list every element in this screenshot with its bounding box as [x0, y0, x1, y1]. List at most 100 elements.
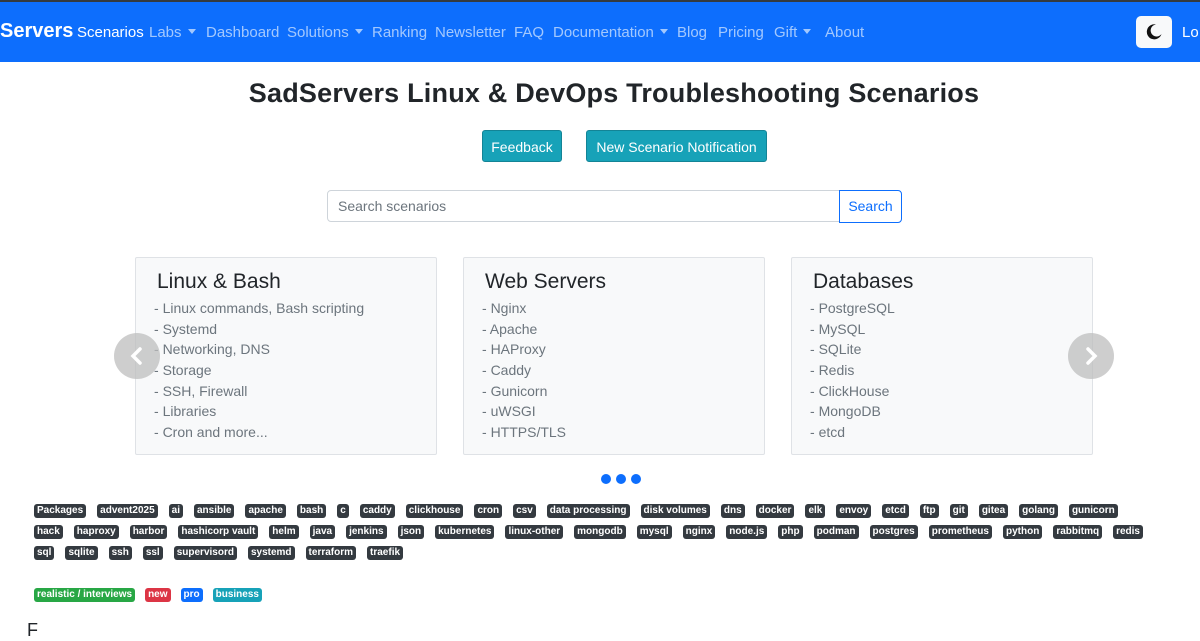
tag-badge[interactable]: python: [1002, 525, 1043, 539]
tag-badge[interactable]: ssl: [142, 546, 163, 560]
nav-item-solutions[interactable]: Solutions: [287, 24, 363, 41]
tag-badge[interactable]: data processing: [546, 504, 630, 518]
tag-badge[interactable]: ssh: [108, 546, 132, 560]
caret-down-icon: [659, 29, 668, 34]
login-link[interactable]: Lo: [1182, 24, 1199, 41]
nav-item-dashboard[interactable]: Dashboard: [206, 24, 279, 41]
nav-item-label: About: [825, 24, 865, 41]
tag-badge[interactable]: json: [397, 525, 425, 539]
nav-item-gift[interactable]: Gift: [774, 24, 812, 41]
category-badge-pro[interactable]: pro: [180, 588, 203, 602]
tag-badge[interactable]: java: [309, 525, 336, 539]
category-badge-business[interactable]: business: [212, 588, 262, 602]
theme-toggle-button[interactable]: [1136, 16, 1172, 48]
tag-badge[interactable]: bash: [296, 504, 327, 518]
tag-badge[interactable]: caddy: [359, 504, 395, 518]
tag-badge[interactable]: sqlite: [65, 546, 98, 560]
nav-item-labs[interactable]: Labs: [149, 24, 196, 41]
tag-badge[interactable]: rabbitmq: [1053, 525, 1103, 539]
chevron-left-icon: [130, 347, 142, 365]
card-topic-list: PostgreSQLMySQLSQLiteRedisClickHouseMong…: [810, 298, 895, 443]
tag-badge[interactable]: jenkins: [346, 525, 387, 539]
tag-badge[interactable]: harbor: [129, 525, 168, 539]
nav-item-newsletter[interactable]: Newsletter: [435, 24, 506, 41]
feedback-button[interactable]: Feedback: [482, 130, 562, 162]
tag-badge[interactable]: node.js: [726, 525, 768, 539]
tag-badge[interactable]: postgres: [869, 525, 918, 539]
tag-badge[interactable]: envoy: [836, 504, 872, 518]
tag-badge[interactable]: dns: [720, 504, 745, 518]
category-card-web-servers[interactable]: Web Servers NginxApacheHAProxyCaddyGunico…: [463, 257, 765, 455]
tag-badge[interactable]: prometheus: [928, 525, 992, 539]
tag-badge[interactable]: golang: [1019, 504, 1058, 518]
tag-badge[interactable]: ftp: [919, 504, 939, 518]
nav-item-blog[interactable]: Blog: [677, 24, 707, 41]
card-topic-item: Apache: [482, 319, 566, 340]
tag-badge[interactable]: etcd: [882, 504, 909, 518]
tag-badge[interactable]: helm: [269, 525, 299, 539]
tag-badge[interactable]: c: [337, 504, 349, 518]
nav-item-ranking[interactable]: Ranking: [372, 24, 427, 41]
page-title: SadServers Linux & DevOps Troubleshootin…: [248, 78, 980, 108]
nav-item-scenarios[interactable]: Scenarios: [77, 24, 144, 41]
tag-badge[interactable]: advent2025: [97, 504, 158, 518]
caret-down-icon: [187, 29, 196, 34]
tag-badge[interactable]: cron: [474, 504, 503, 518]
carousel-indicator-2[interactable]: [616, 474, 626, 484]
carousel-next-button[interactable]: [1068, 333, 1114, 379]
brand-logo[interactable]: Servers: [0, 20, 73, 43]
tag-badge[interactable]: php: [778, 525, 803, 539]
tag-badge[interactable]: supervisord: [173, 546, 237, 560]
nav-item-pricing[interactable]: Pricing: [718, 24, 764, 41]
tag-badge[interactable]: disk volumes: [640, 504, 710, 518]
tag-row: hack haproxy harbor hashicorp vault helm java…: [34, 521, 1154, 539]
category-badge-new[interactable]: new: [145, 588, 171, 602]
tag-badge[interactable]: elk: [805, 504, 826, 518]
nav-item-documentation[interactable]: Documentation: [553, 24, 668, 41]
tag-badge[interactable]: hashicorp vault: [178, 525, 259, 539]
tag-badge[interactable]: traefik: [367, 546, 404, 560]
tag-badge[interactable]: git: [949, 504, 968, 518]
nav-item-faq[interactable]: FAQ: [514, 24, 544, 41]
tag-badge[interactable]: terraform: [305, 546, 357, 560]
card-topic-item: HTTPS/TLS: [482, 422, 566, 443]
carousel-indicator-1[interactable]: [601, 474, 611, 484]
category-card-linux-bash[interactable]: Linux & Bash Linux commands, Bash scripti…: [135, 257, 437, 455]
carousel-prev-button[interactable]: [114, 333, 160, 379]
nav-item-label: Newsletter: [435, 24, 506, 41]
tag-badge[interactable]: apache: [245, 504, 286, 518]
tag-badge[interactable]: systemd: [247, 546, 295, 560]
search-button[interactable]: Search: [839, 190, 902, 223]
tag-badge[interactable]: docker: [755, 504, 795, 518]
tag-badge[interactable]: kubernetes: [435, 525, 495, 539]
nav-item-label: Blog: [677, 24, 708, 41]
tag-badge[interactable]: mysql: [636, 525, 672, 539]
moon-icon: [1146, 24, 1162, 40]
tag-badge[interactable]: clickhouse: [405, 504, 464, 518]
nav-item-about[interactable]: About: [825, 24, 864, 41]
category-badge-realistic-interviews[interactable]: realistic / interviews: [34, 588, 136, 602]
tag-badge[interactable]: linux-other: [505, 525, 564, 539]
tag-badge[interactable]: podman: [813, 525, 859, 539]
chevron-right-icon: [1086, 347, 1098, 365]
tag-badge[interactable]: Packages: [34, 504, 87, 518]
tag-badge[interactable]: hack: [34, 525, 63, 539]
tag-badge[interactable]: ansible: [193, 504, 235, 518]
tag-badge[interactable]: nginx: [682, 525, 716, 539]
tag-badge[interactable]: csv: [513, 504, 536, 518]
search-input[interactable]: [327, 190, 840, 222]
card-topic-item: Gunicorn: [482, 381, 566, 402]
tag-badge[interactable]: sql: [34, 546, 55, 560]
card-topic-item: MongoDB: [810, 401, 895, 422]
carousel-indicator-3[interactable]: [631, 474, 641, 484]
category-card-databases[interactable]: Databases PostgreSQLMySQLSQLiteRedisClick…: [791, 257, 1093, 455]
caret-down-icon: [354, 29, 363, 34]
tag-badge[interactable]: gitea: [978, 504, 1009, 518]
card-topic-item: uWSGI: [482, 401, 566, 422]
new-scenario-notification-button[interactable]: New Scenario Notification: [586, 130, 767, 162]
tag-badge[interactable]: haproxy: [73, 525, 119, 539]
tag-badge[interactable]: redis: [1113, 525, 1143, 539]
tag-badge[interactable]: ai: [168, 504, 183, 518]
tag-badge[interactable]: gunicorn: [1068, 504, 1118, 518]
tag-badge[interactable]: mongodb: [574, 525, 626, 539]
